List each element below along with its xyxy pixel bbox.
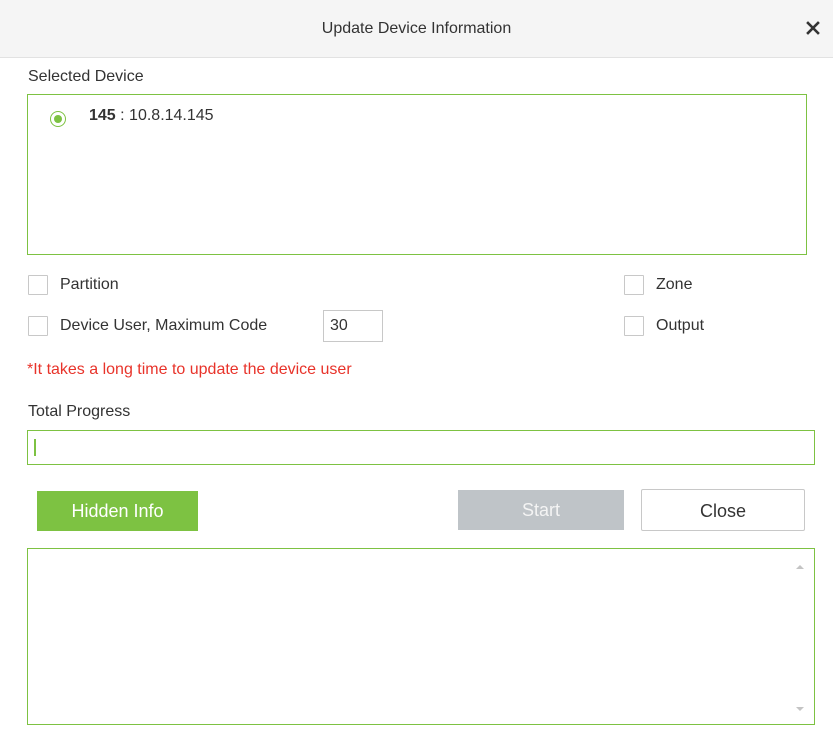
update-device-dialog: Update Device Information Selected Devic…	[0, 0, 833, 742]
output-label: Output	[656, 317, 705, 334]
start-button[interactable]: Start	[458, 490, 624, 530]
scroll-up-arrow-icon[interactable]	[794, 559, 806, 569]
device-name: 145	[89, 107, 116, 124]
zone-label: Zone	[656, 276, 693, 293]
device-user-checkbox[interactable]	[28, 316, 48, 336]
device-user-label: Device User, Maximum Code	[60, 317, 268, 334]
close-icon[interactable]	[800, 14, 826, 42]
hidden-info-button[interactable]: Hidden Info	[37, 491, 198, 531]
output-checkbox[interactable]	[624, 316, 644, 336]
progress-fill	[34, 439, 36, 456]
warning-text: *It takes a long time to update the devi…	[27, 361, 352, 378]
total-progress-label: Total Progress	[28, 403, 131, 420]
device-list-panel: 145 : 10.8.14.145	[27, 94, 807, 255]
partition-label: Partition	[60, 276, 119, 293]
dialog-title: Update Device Information	[321, 20, 512, 37]
dialog-titlebar: Update Device Information	[0, 0, 833, 58]
zone-checkbox[interactable]	[624, 275, 644, 295]
radio-selected-icon[interactable]	[50, 111, 66, 127]
scroll-down-arrow-icon[interactable]	[794, 701, 806, 711]
maximum-code-input[interactable]	[323, 310, 383, 342]
partition-checkbox[interactable]	[28, 275, 48, 295]
device-entry: 145 : 10.8.14.145	[89, 107, 214, 125]
total-progress-bar	[27, 430, 815, 465]
device-separator: :	[115, 107, 130, 124]
close-button[interactable]: Close	[641, 489, 805, 531]
selected-device-label: Selected Device	[28, 68, 144, 85]
device-ip: 10.8.14.145	[129, 107, 214, 124]
update-log-area[interactable]	[27, 548, 815, 725]
